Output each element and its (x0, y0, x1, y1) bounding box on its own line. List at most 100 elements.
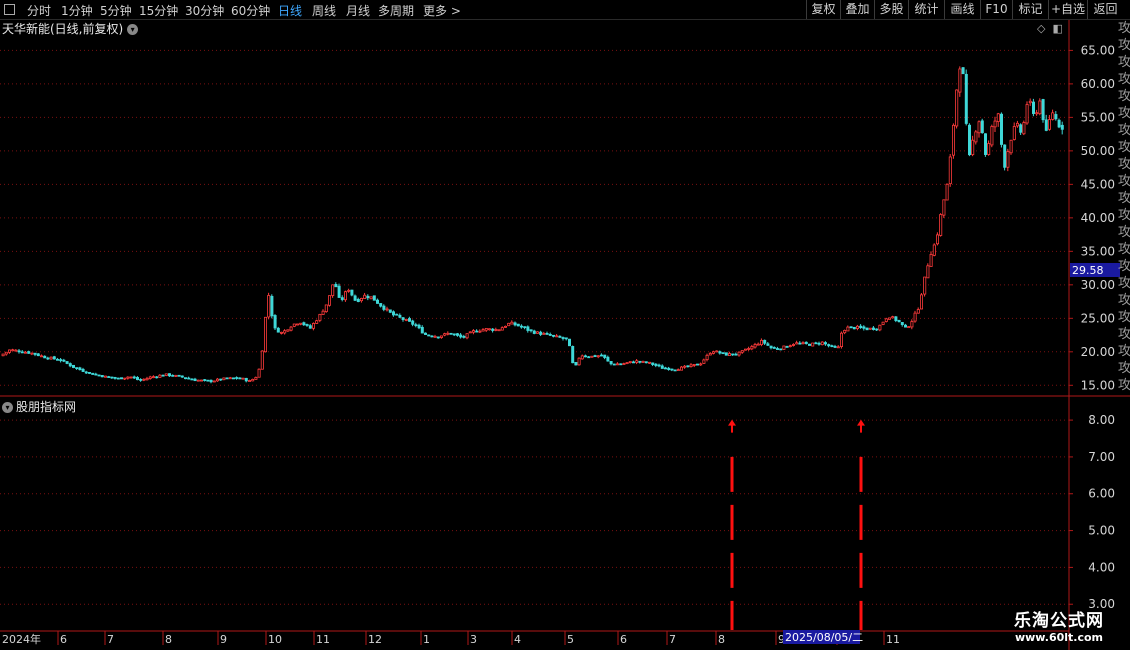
candle-body (455, 333, 459, 336)
candle-body (552, 334, 556, 337)
candle-body (968, 124, 972, 156)
right-edge-char: 攻 (1118, 327, 1130, 342)
candle-body (571, 345, 575, 364)
candle-body (996, 113, 1000, 122)
right-edge-char: 攻 (1118, 106, 1130, 121)
candle-body (14, 349, 18, 352)
candle-body (632, 361, 636, 364)
candle-body (692, 364, 696, 366)
candle-body (1032, 101, 1036, 114)
watermark-title: 乐淘公式网 (1014, 611, 1104, 631)
candle-body (68, 363, 72, 367)
candle-body (158, 374, 162, 378)
candle-body (40, 355, 44, 358)
candle-body (260, 350, 264, 370)
candle-body (667, 367, 671, 371)
candle-body (56, 358, 60, 361)
candle-body (94, 373, 98, 376)
candle-body (481, 329, 485, 332)
candle-body (619, 363, 623, 366)
candle-body (689, 364, 693, 368)
back-button[interactable]: 返回 (1087, 0, 1123, 19)
candle-body (673, 369, 677, 372)
right-edge-strip: 攻攻攻攻攻攻攻攻攻攻攻攻攻攻攻攻攻攻攻攻攻攻 (1118, 21, 1130, 393)
candle-body (721, 352, 725, 355)
candle-body (798, 342, 802, 345)
indicator-tick-label: 4.00 (1088, 560, 1115, 574)
candle-body (407, 318, 411, 322)
candle-body (846, 326, 850, 332)
diamond-icon[interactable]: ◇ (1037, 22, 1045, 35)
tab-60min[interactable]: 60分钟 (231, 2, 270, 19)
candle-body (337, 285, 341, 298)
period-toolbar: 分时 1分钟 5分钟 15分钟 30分钟 60分钟 日线 周线 月线 多周期 更… (0, 0, 1130, 20)
mark-button[interactable]: 标记 (1012, 0, 1048, 19)
date-tick-label: 1 (423, 633, 430, 646)
candle-body (308, 325, 312, 329)
tab-multi-period[interactable]: 多周期 (378, 2, 414, 19)
candle-body (747, 348, 751, 350)
tab-5min[interactable]: 5分钟 (100, 2, 132, 19)
overlay-button[interactable]: 叠加 (840, 0, 874, 19)
candle-body (910, 321, 914, 328)
candle-body (199, 379, 203, 382)
candle-body (542, 333, 546, 335)
tab-monthly[interactable]: 月线 (346, 2, 370, 19)
tab-1min[interactable]: 1分钟 (61, 2, 93, 19)
indicator-title: 股朋指标网 (16, 400, 77, 414)
tab-fenshi[interactable]: 分时 (27, 2, 51, 19)
candle-body (27, 351, 31, 354)
price-tick-label: 40.00 (1081, 211, 1115, 225)
candle-body (987, 143, 991, 155)
candle-body (635, 360, 639, 363)
multi-stock-button[interactable]: 多股 (874, 0, 908, 19)
candle-body (734, 353, 738, 356)
selected-date-label: 2025/08/05/二 (785, 631, 863, 644)
candle-body (196, 379, 200, 382)
date-tick-label: 12 (368, 633, 382, 646)
price-tick-label: 25.00 (1081, 311, 1115, 325)
candle-body (628, 361, 632, 363)
candle-body (363, 294, 367, 299)
candle-body (900, 322, 904, 325)
dropdown-circle-icon[interactable]: ▾ (127, 24, 139, 35)
tab-daily[interactable]: 日线 (278, 2, 302, 19)
candle-body (1060, 124, 1064, 130)
candle-body (756, 343, 760, 346)
selected-date-box (783, 630, 860, 644)
candle-body (104, 375, 108, 378)
window-icon[interactable] (4, 4, 15, 15)
add-watchlist-button[interactable]: +自选 (1048, 0, 1087, 19)
dropdown-circle-icon[interactable]: ▾ (2, 402, 13, 413)
candle-body (385, 308, 389, 311)
candle-body (503, 325, 507, 328)
candle-body (414, 324, 418, 327)
candle-body (142, 378, 146, 381)
candle-body (574, 362, 578, 366)
tab-15min[interactable]: 15分钟 (139, 2, 178, 19)
tab-more[interactable]: 更多 > (423, 2, 461, 19)
panel-toggle-icon[interactable]: ◧ (1052, 22, 1062, 35)
tab-weekly[interactable]: 周线 (312, 2, 336, 19)
date-tick-label: 6 (60, 633, 67, 646)
tab-30min[interactable]: 30分钟 (185, 2, 224, 19)
candle-body (705, 354, 709, 361)
candle-body (247, 380, 251, 382)
stats-button[interactable]: 统计 (908, 0, 944, 19)
fuquan-button[interactable]: 复权 (806, 0, 840, 19)
candle-body (1038, 100, 1042, 115)
date-tick-label: 6 (620, 633, 627, 646)
candle-body (686, 365, 690, 368)
draw-line-button[interactable]: 画线 (944, 0, 980, 19)
candle-body (827, 344, 831, 347)
f10-button[interactable]: F10 (980, 0, 1012, 19)
candle-body (875, 328, 879, 331)
candle-body (766, 343, 770, 346)
candle-body (299, 322, 303, 325)
candle-body (500, 327, 504, 331)
candle-body (920, 294, 924, 310)
candle-body (1028, 100, 1032, 104)
candle-body (129, 376, 133, 379)
candle-body (856, 325, 860, 329)
candle-body (769, 345, 773, 349)
